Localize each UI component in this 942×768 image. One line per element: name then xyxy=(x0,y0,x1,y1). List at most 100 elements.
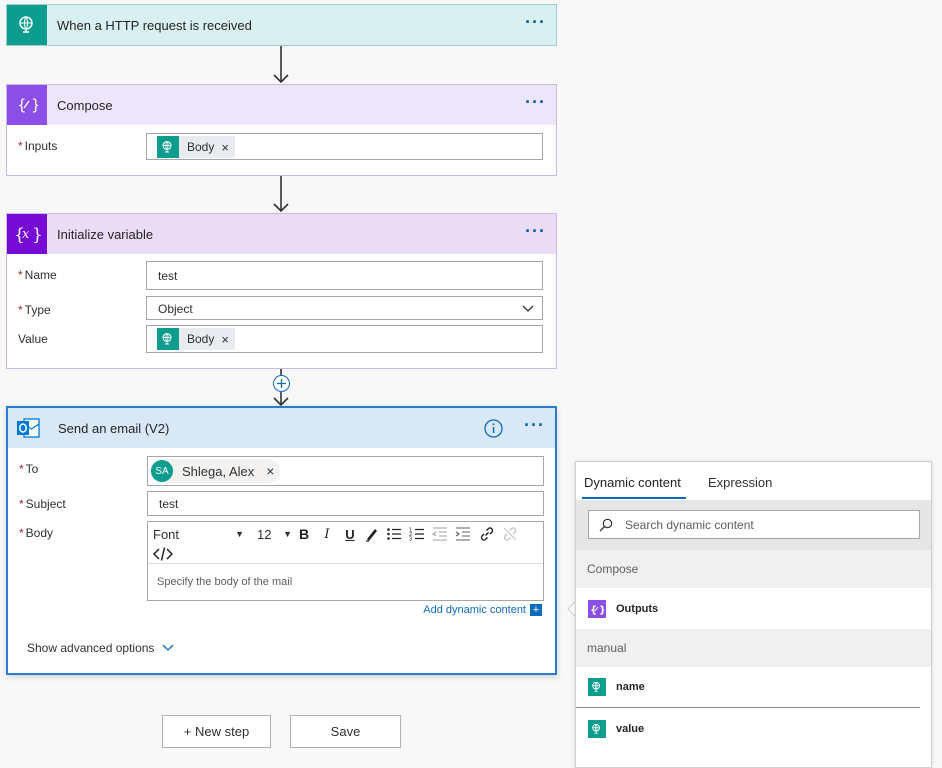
font-select-value: Font xyxy=(153,526,180,542)
svg-text:}: } xyxy=(31,96,38,114)
initialize-variable-title: Initialize variable xyxy=(57,226,154,242)
compose-card[interactable]: {} Compose ··· *Inputs Body × xyxy=(6,84,557,176)
initialize-variable-card[interactable]: {x} Initialize variable ··· *Name test *… xyxy=(6,213,557,369)
active-tab-indicator xyxy=(582,497,686,499)
name-input-value: test xyxy=(158,269,178,283)
bullet-list-icon[interactable] xyxy=(386,526,402,542)
remove-token-icon[interactable]: × xyxy=(221,332,229,347)
dynamic-item-name[interactable]: name xyxy=(576,667,920,708)
name-input[interactable]: test xyxy=(146,261,543,290)
body-placeholder: Specify the body of the mail xyxy=(157,576,293,588)
font-select[interactable]: Font ▼ xyxy=(153,525,248,543)
unlink-icon[interactable] xyxy=(502,526,518,542)
variable-icon: {x} xyxy=(7,214,47,254)
subject-label: * Subject xyxy=(19,497,66,511)
more-options-icon[interactable]: ··· xyxy=(525,93,546,111)
remove-token-icon[interactable]: × xyxy=(221,140,229,155)
section-compose: Compose xyxy=(576,550,931,588)
code-view-icon[interactable] xyxy=(153,546,173,562)
dynamic-item-value-label: value xyxy=(616,722,645,735)
search-icon xyxy=(599,518,613,531)
indent-icon[interactable] xyxy=(455,526,471,542)
caret-down-icon: ▼ xyxy=(283,529,292,539)
type-label: * Type xyxy=(18,303,51,317)
dynamic-content-panel: Dynamic content Expression Search dynami… xyxy=(575,461,932,768)
tab-dynamic-content[interactable]: Dynamic content xyxy=(584,475,681,490)
dynamic-item-outputs-label: Outputs xyxy=(616,602,659,615)
tab-expression[interactable]: Expression xyxy=(708,475,772,490)
svg-text:}: } xyxy=(32,225,41,245)
show-advanced-options[interactable]: Show advanced options xyxy=(27,641,174,655)
compose-header[interactable]: {} Compose ··· xyxy=(7,85,556,125)
add-dynamic-content-link[interactable]: Add dynamic content + xyxy=(423,604,542,616)
avatar: SA xyxy=(151,460,173,482)
type-select[interactable]: Object xyxy=(146,296,543,320)
http-trigger-card[interactable]: When a HTTP request is received ··· xyxy=(6,4,557,46)
http-trigger-header[interactable]: When a HTTP request is received ··· xyxy=(7,5,556,45)
caret-down-icon: ▼ xyxy=(235,529,244,539)
http-trigger-title: When a HTTP request is received xyxy=(57,17,252,33)
remove-recipient-icon[interactable]: × xyxy=(266,463,274,479)
search-dynamic-content-input[interactable]: Search dynamic content xyxy=(588,510,920,539)
http-globe-icon xyxy=(588,719,606,738)
plus-icon: + xyxy=(530,604,542,616)
inputs-field[interactable]: Body × xyxy=(146,133,543,160)
size-select[interactable]: 12 ▼ xyxy=(257,525,292,543)
value-input[interactable]: Body × xyxy=(146,325,543,353)
subject-input-value: test xyxy=(159,497,179,511)
new-step-button[interactable]: + New step xyxy=(162,715,271,748)
section-manual: manual xyxy=(576,629,931,667)
body-editor[interactable]: Font ▼ 12 ▼ B I U 123 Specify the body o… xyxy=(147,521,544,601)
add-dynamic-content-label: Add dynamic content xyxy=(423,604,526,616)
recipient-chip[interactable]: SA Shlega, Alex × xyxy=(150,459,281,483)
highlight-icon[interactable] xyxy=(364,526,380,542)
connector-arrow xyxy=(273,46,289,84)
rich-text-toolbar: Font ▼ 12 ▼ B I U 123 xyxy=(153,525,533,563)
svg-text:3: 3 xyxy=(409,537,412,543)
numbered-list-icon[interactable]: 123 xyxy=(409,526,425,542)
name-label: * Name xyxy=(18,268,57,282)
size-select-value: 12 xyxy=(257,526,272,542)
value-label: Value xyxy=(18,332,48,346)
chevron-down-icon xyxy=(522,305,534,312)
http-globe-icon xyxy=(157,136,179,158)
body-token-label: Body xyxy=(187,140,215,154)
svg-text:{: { xyxy=(17,96,27,114)
to-field[interactable]: SA Shlega, Alex × xyxy=(147,456,544,486)
initialize-variable-header[interactable]: {x} Initialize variable ··· xyxy=(7,214,556,254)
subject-input[interactable]: test xyxy=(147,491,544,516)
more-options-icon[interactable]: ··· xyxy=(525,13,546,31)
send-email-header[interactable]: Send an email (V2) ··· xyxy=(8,408,555,448)
dynamic-item-outputs[interactable]: {} Outputs xyxy=(576,588,931,629)
to-label: * To xyxy=(19,462,39,476)
body-label: * Body xyxy=(19,526,54,540)
chevron-down-icon xyxy=(162,644,174,651)
bold-icon[interactable]: B xyxy=(295,525,313,543)
connector-arrow xyxy=(273,176,289,213)
more-options-icon[interactable]: ··· xyxy=(524,416,545,434)
insert-step-icon[interactable] xyxy=(273,375,290,392)
info-icon[interactable] xyxy=(484,419,503,438)
underline-icon[interactable]: U xyxy=(341,525,359,543)
recipient-name: Shlega, Alex xyxy=(182,463,255,479)
send-email-card[interactable]: Send an email (V2) ··· * To SA Shlega, Al… xyxy=(6,406,557,675)
svg-text:}: } xyxy=(599,605,604,615)
dynamic-item-value[interactable]: value xyxy=(576,708,931,749)
body-token[interactable]: Body × xyxy=(157,328,235,350)
compose-title: Compose xyxy=(57,97,113,113)
http-globe-icon xyxy=(157,328,179,350)
outdent-icon[interactable] xyxy=(432,526,448,542)
dynamic-item-name-label: name xyxy=(616,681,645,693)
http-globe-icon xyxy=(588,678,606,696)
save-button[interactable]: Save xyxy=(290,715,401,748)
outlook-icon xyxy=(8,408,48,448)
more-options-icon[interactable]: ··· xyxy=(525,222,546,240)
body-token[interactable]: Body × xyxy=(157,136,235,158)
http-globe-icon xyxy=(7,5,47,45)
body-token-label: Body xyxy=(187,332,215,346)
link-icon[interactable] xyxy=(479,526,495,542)
compose-icon: {} xyxy=(7,85,47,125)
svg-text:x: x xyxy=(22,227,30,242)
send-email-title: Send an email (V2) xyxy=(58,420,170,436)
italic-icon[interactable]: I xyxy=(318,525,336,543)
